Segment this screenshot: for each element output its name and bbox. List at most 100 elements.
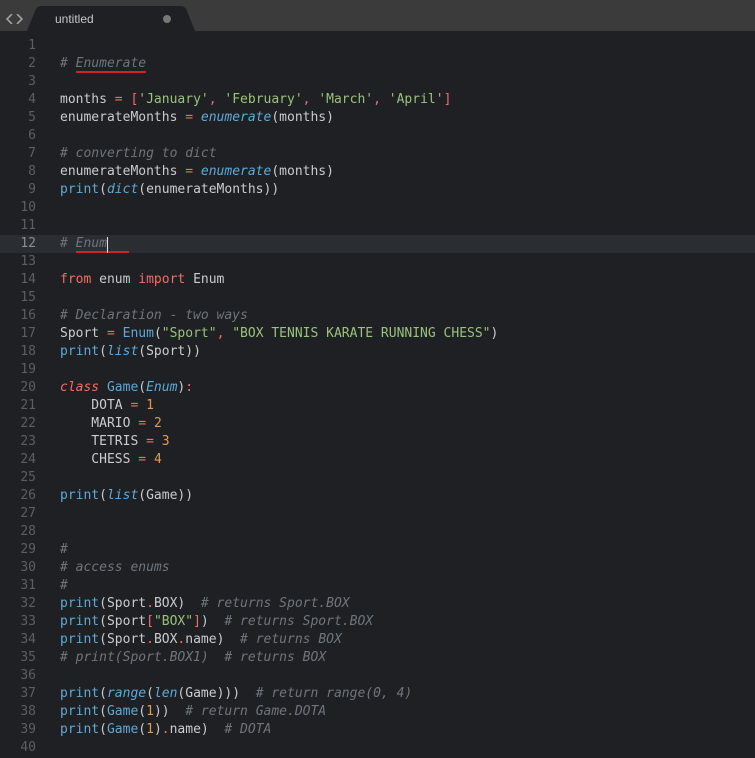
token [99, 380, 107, 395]
token: # [60, 542, 68, 557]
token: 4 [154, 452, 162, 467]
token: ) [326, 110, 334, 125]
token: 2 [154, 416, 162, 431]
token: , [209, 92, 217, 107]
tab-untitled[interactable]: untitled [41, 6, 181, 31]
token: Game [146, 488, 177, 503]
line-number: 14 [0, 271, 46, 289]
code-line[interactable] [46, 253, 755, 271]
code-line[interactable]: print(dict(enumerateMonths)) [46, 181, 755, 199]
code-line[interactable]: enumerateMonths = enumerate(months) [46, 163, 755, 181]
code-line[interactable] [46, 523, 755, 541]
line-number: 24 [0, 451, 46, 469]
token: "BOX TENNIS KARATE RUNNING CHESS" [232, 326, 490, 341]
token: 3 [162, 434, 170, 449]
code-line[interactable]: # Enum [46, 235, 755, 253]
nav-arrows[interactable] [0, 6, 31, 31]
token: 1 [146, 398, 154, 413]
code-line[interactable]: from enum import Enum [46, 271, 755, 289]
code-line[interactable]: print(list(Sport)) [46, 343, 755, 361]
token: enumerate [201, 110, 271, 125]
line-number: 32 [0, 595, 46, 613]
token [193, 164, 201, 179]
nav-forward-icon [15, 14, 23, 24]
token: print [60, 686, 99, 701]
code-line[interactable] [46, 667, 755, 685]
token: # return Game.DOTA [185, 704, 326, 719]
code-line[interactable] [46, 289, 755, 307]
token: name [185, 632, 216, 647]
code-line[interactable] [46, 469, 755, 487]
token: # return range(0, 4) [256, 686, 413, 701]
token: enumerateMonths [146, 182, 263, 197]
code-line[interactable]: # [46, 541, 755, 559]
code-line[interactable]: Sport = Enum("Sport", "BOX TENNIS KARATE… [46, 325, 755, 343]
code-area[interactable]: # Enumerate months = ['January', 'Februar… [46, 31, 755, 758]
token: # print(Sport.BOX1) # returns BOX [60, 650, 326, 665]
token: ( [99, 686, 107, 701]
line-number: 38 [0, 703, 46, 721]
code-line[interactable]: print(Game(1).name) # DOTA [46, 721, 755, 739]
token: ( [138, 722, 146, 737]
token: # converting to dict [60, 146, 217, 161]
token: len [154, 686, 177, 701]
token: Enum [185, 272, 224, 287]
code-line[interactable]: print(Game(1)) # return Game.DOTA [46, 703, 755, 721]
token: = [146, 434, 154, 449]
code-line[interactable]: print(list(Game)) [46, 487, 755, 505]
code-line[interactable] [46, 361, 755, 379]
code-line[interactable] [46, 73, 755, 91]
token: ( [99, 488, 107, 503]
line-number: 17 [0, 325, 46, 343]
code-editor[interactable]: 1234567891011121314151617181920212223242… [0, 31, 755, 758]
token: Enumerate [76, 56, 146, 71]
code-line[interactable]: # Declaration - two ways [46, 307, 755, 325]
code-line[interactable]: DOTA = 1 [46, 397, 755, 415]
code-line[interactable]: # converting to dict [46, 145, 755, 163]
code-line[interactable] [46, 199, 755, 217]
line-number: 40 [0, 739, 46, 757]
code-line[interactable]: print(Sport.BOX.name) # returns BOX [46, 631, 755, 649]
line-number: 36 [0, 667, 46, 685]
token: ) [193, 344, 201, 359]
code-line[interactable] [46, 217, 755, 235]
code-line[interactable]: print(range(len(Game))) # return range(0… [46, 685, 755, 703]
token: months [279, 164, 326, 179]
code-line[interactable]: TETRIS = 3 [46, 433, 755, 451]
code-line[interactable]: print(Sport.BOX) # returns Sport.BOX [46, 595, 755, 613]
token: . [146, 596, 154, 611]
code-line[interactable]: print(Sport["BOX"]) # returns Sport.BOX [46, 613, 755, 631]
token: BOX [154, 632, 177, 647]
code-line[interactable]: # Enumerate [46, 55, 755, 73]
line-number: 8 [0, 163, 46, 181]
tab-strip: untitled [0, 6, 755, 31]
line-number: 7 [0, 145, 46, 163]
code-line[interactable] [46, 37, 755, 55]
token: # returns Sport.BOX [201, 596, 350, 611]
token: dict [107, 182, 138, 197]
code-line[interactable] [46, 127, 755, 145]
token: print [60, 632, 99, 647]
code-line[interactable]: enumerateMonths = enumerate(months) [46, 109, 755, 127]
token: ) [232, 686, 240, 701]
token [138, 398, 146, 413]
line-number: 39 [0, 721, 46, 739]
code-line[interactable] [46, 739, 755, 757]
code-line[interactable]: months = ['January', 'February', 'March'… [46, 91, 755, 109]
code-line[interactable]: class Game(Enum): [46, 379, 755, 397]
line-number: 26 [0, 487, 46, 505]
code-line[interactable]: # access enums [46, 559, 755, 577]
code-line[interactable] [46, 505, 755, 523]
token: ( [99, 632, 107, 647]
token: list [107, 344, 138, 359]
token: Enum [146, 380, 177, 395]
line-number: 34 [0, 631, 46, 649]
code-line[interactable]: # print(Sport.BOX1) # returns BOX [46, 649, 755, 667]
token: ( [138, 704, 146, 719]
code-line[interactable]: MARIO = 2 [46, 415, 755, 433]
code-line[interactable]: # [46, 577, 755, 595]
token: ( [99, 344, 107, 359]
token: ) [271, 182, 279, 197]
code-line[interactable]: CHESS = 4 [46, 451, 755, 469]
token [185, 596, 201, 611]
